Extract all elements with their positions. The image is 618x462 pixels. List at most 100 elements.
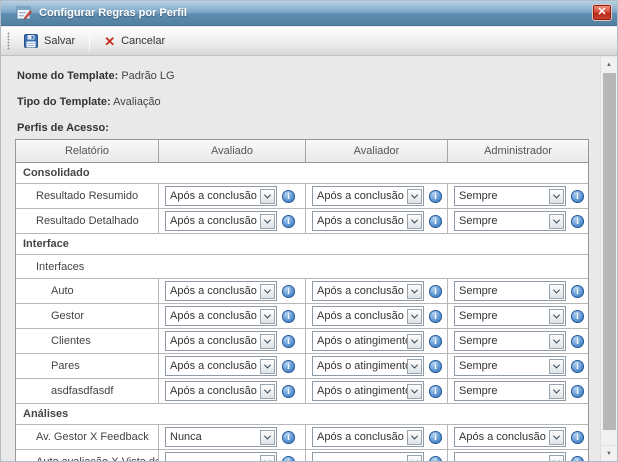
toolbar: Salvar ✕ Cancelar [1, 27, 617, 56]
chevron-down-icon[interactable] [549, 284, 564, 299]
info-icon[interactable]: i [282, 190, 295, 203]
rule-select[interactable]: Após o atingimento do mínimo [312, 356, 424, 376]
info-icon[interactable]: i [429, 385, 442, 398]
rule-select[interactable]: Após o atingimento do mínimo [312, 331, 424, 351]
table-row: asdfasdfasdfApós a conclusão da etapaiAp… [16, 379, 588, 404]
rule-select[interactable]: Após a conclusão da etapa [165, 381, 277, 401]
chevron-down-icon[interactable] [260, 189, 275, 204]
info-icon[interactable]: i [429, 215, 442, 228]
access-profiles-line: Perfis de Acesso: [1, 108, 617, 134]
scroll-down-button[interactable]: ▼ [601, 445, 617, 461]
rule-select[interactable]: Após a conclusão da etapa [165, 211, 277, 231]
info-icon[interactable]: i [282, 335, 295, 348]
rule-select[interactable]: Após a conclusão da Avaliação [312, 211, 424, 231]
info-icon[interactable]: i [571, 456, 584, 462]
cancel-button[interactable]: ✕ Cancelar [95, 31, 174, 52]
chevron-down-icon[interactable] [260, 359, 275, 374]
rule-select[interactable] [454, 452, 566, 461]
chevron-down-icon[interactable] [407, 430, 422, 445]
rule-select[interactable]: Sempre [454, 211, 566, 231]
rule-select[interactable]: Após a conclusão da etapa [312, 427, 424, 447]
info-icon[interactable]: i [282, 456, 295, 462]
table-row: Av. Gestor X FeedbackNuncaiApós a conclu… [16, 425, 588, 450]
save-button[interactable]: Salvar [15, 30, 84, 52]
dialog-window: Configurar Regras por Perfil ✕ Salvar ✕ … [0, 0, 618, 462]
chevron-down-icon[interactable] [549, 455, 564, 462]
rule-select[interactable]: Após a conclusão da etapa [165, 186, 277, 206]
info-icon[interactable]: i [571, 335, 584, 348]
rule-select[interactable]: Após a conclusão da Avaliação [312, 306, 424, 326]
rule-select[interactable]: Sempre [454, 186, 566, 206]
chevron-down-icon[interactable] [260, 214, 275, 229]
rule-select[interactable]: Após a conclusão da etapa [165, 356, 277, 376]
info-icon[interactable]: i [429, 360, 442, 373]
chevron-down-icon[interactable] [407, 455, 422, 462]
info-icon[interactable]: i [282, 385, 295, 398]
chevron-down-icon[interactable] [407, 214, 422, 229]
row-label: Av. Gestor X Feedback [16, 425, 159, 449]
info-icon[interactable]: i [571, 385, 584, 398]
chevron-down-icon[interactable] [260, 334, 275, 349]
rule-select[interactable]: Após a conclusão da etapa [165, 306, 277, 326]
rule-select[interactable]: Após a conclusão da etapa [165, 331, 277, 351]
rule-select[interactable]: Sempre [454, 331, 566, 351]
vertical-scrollbar[interactable]: ▲ ▼ [600, 57, 617, 461]
chevron-down-icon[interactable] [549, 214, 564, 229]
rule-select[interactable]: Sempre [454, 306, 566, 326]
info-icon[interactable]: i [282, 285, 295, 298]
info-icon[interactable]: i [282, 310, 295, 323]
info-icon[interactable]: i [429, 431, 442, 444]
chevron-down-icon[interactable] [549, 309, 564, 324]
table-row: Interfaces [16, 255, 588, 279]
chevron-down-icon[interactable] [407, 309, 422, 324]
rule-select[interactable]: Sempre [454, 381, 566, 401]
info-icon[interactable]: i [282, 431, 295, 444]
rule-select[interactable]: Após a conclusão da Autoavaliação [312, 281, 424, 301]
toolbar-separator [89, 31, 90, 51]
info-icon[interactable]: i [571, 190, 584, 203]
info-icon[interactable]: i [571, 215, 584, 228]
chevron-down-icon[interactable] [260, 455, 275, 462]
rule-select[interactable]: Após a conclusão da etapa [165, 281, 277, 301]
info-icon[interactable]: i [429, 285, 442, 298]
rule-select[interactable]: Sempre [454, 356, 566, 376]
chevron-down-icon[interactable] [549, 384, 564, 399]
rule-select[interactable]: Após a conclusão da Avaliação [312, 186, 424, 206]
chevron-down-icon[interactable] [260, 284, 275, 299]
rule-select[interactable] [165, 452, 277, 461]
chevron-down-icon[interactable] [549, 189, 564, 204]
chevron-down-icon[interactable] [407, 334, 422, 349]
chevron-down-icon[interactable] [407, 284, 422, 299]
chevron-down-icon[interactable] [407, 359, 422, 374]
scrollbar-thumb[interactable] [603, 73, 616, 430]
rule-cell: Semprei [448, 279, 588, 303]
close-button[interactable]: ✕ [592, 4, 612, 21]
info-icon[interactable]: i [429, 190, 442, 203]
chevron-down-icon[interactable] [549, 359, 564, 374]
chevron-down-icon[interactable] [407, 384, 422, 399]
rule-select[interactable]: Após a conclusão da etapa [454, 427, 566, 447]
rule-cell: Após a conclusão da etapa i [159, 379, 306, 403]
chevron-down-icon[interactable] [260, 309, 275, 324]
info-icon[interactable]: i [429, 310, 442, 323]
info-icon[interactable]: i [571, 431, 584, 444]
info-icon[interactable]: i [571, 285, 584, 298]
chevron-down-icon[interactable] [407, 189, 422, 204]
info-icon[interactable]: i [429, 456, 442, 462]
info-icon[interactable]: i [429, 335, 442, 348]
rule-select[interactable]: Sempre [454, 281, 566, 301]
chevron-down-icon[interactable] [260, 430, 275, 445]
chevron-down-icon[interactable] [260, 384, 275, 399]
scroll-up-button[interactable]: ▲ [601, 57, 617, 73]
chevron-down-icon[interactable] [549, 430, 564, 445]
rule-select[interactable]: Após o atingimento do mínimo [312, 381, 424, 401]
rule-cell: Semprei [448, 354, 588, 378]
chevron-down-icon[interactable] [549, 334, 564, 349]
rule-select[interactable] [312, 452, 424, 461]
info-icon[interactable]: i [282, 215, 295, 228]
info-icon[interactable]: i [571, 310, 584, 323]
window-title: Configurar Regras por Perfil [39, 7, 187, 19]
rule-select[interactable]: Nunca [165, 427, 277, 447]
info-icon[interactable]: i [282, 360, 295, 373]
info-icon[interactable]: i [571, 360, 584, 373]
